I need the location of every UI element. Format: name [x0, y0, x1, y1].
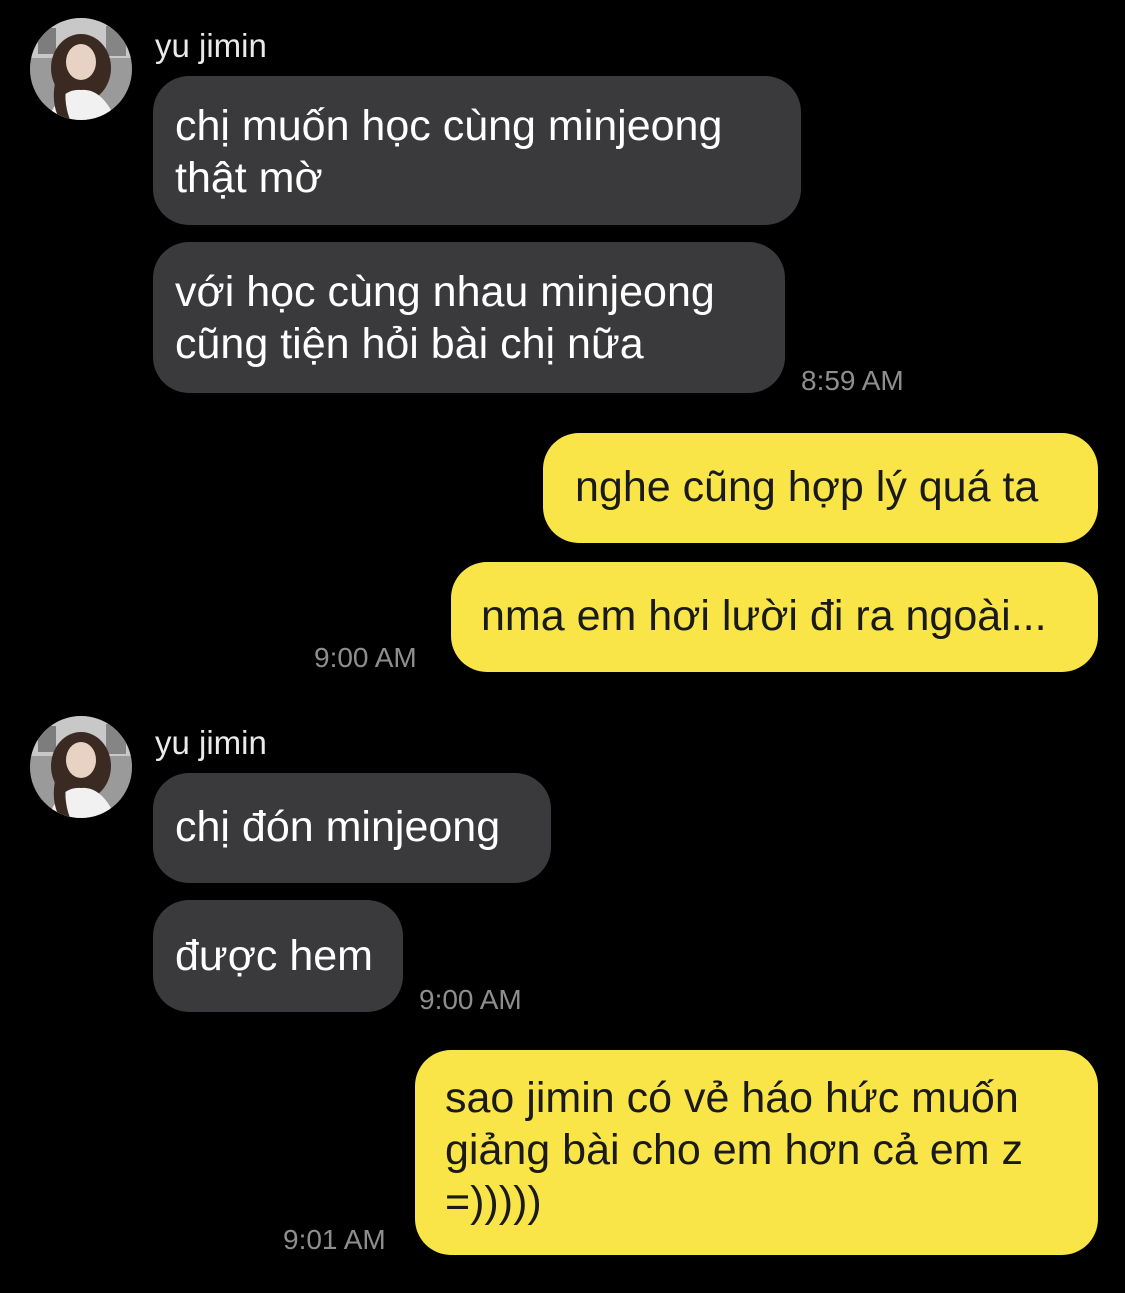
message-bubble[interactable]: chị đón minjeong: [153, 773, 551, 883]
message-bubble[interactable]: nghe cũng hợp lý quá ta: [543, 433, 1098, 543]
message-bubble[interactable]: nma em hơi lười đi ra ngoài...: [451, 562, 1098, 672]
sender-name: yu jimin: [155, 27, 267, 64]
sender-name: yu jimin: [155, 724, 267, 761]
message-bubble[interactable]: được hem: [153, 900, 403, 1012]
avatar[interactable]: [30, 716, 132, 818]
profile-photo-icon: [30, 18, 132, 120]
message-bubble[interactable]: với học cùng nhau minjeong cũng tiện hỏi…: [153, 242, 785, 393]
message-timestamp: 9:00 AM: [419, 984, 522, 1015]
message-timestamp: 8:59 AM: [801, 365, 904, 396]
message-timestamp: 9:00 AM: [314, 642, 417, 673]
avatar[interactable]: [30, 18, 132, 120]
message-bubble[interactable]: sao jimin có vẻ háo hức muốn giảng bài c…: [415, 1050, 1098, 1255]
profile-photo-icon: [30, 716, 132, 818]
message-bubble[interactable]: chị muốn học cùng minjeong thật mờ: [153, 76, 801, 225]
message-timestamp: 9:01 AM: [283, 1224, 386, 1255]
